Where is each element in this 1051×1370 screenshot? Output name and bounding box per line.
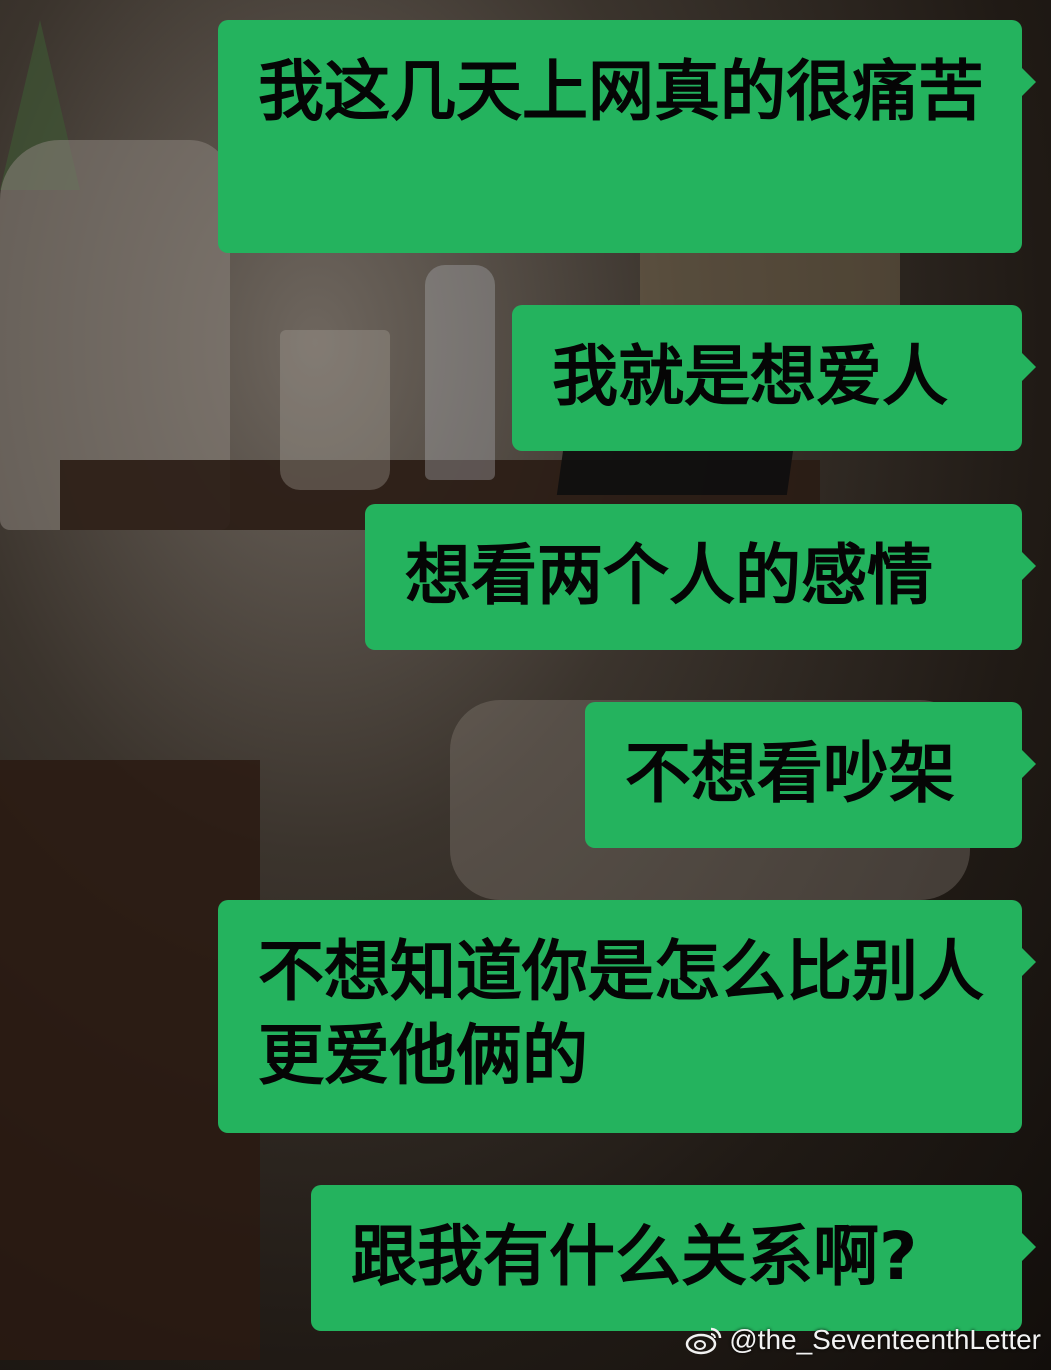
bottle-shape [425,265,495,480]
shelf-shape [640,250,900,310]
bubble-tail [1020,550,1036,582]
weibo-icon [685,1327,722,1355]
message-bubble[interactable]: 想看两个人的感情 [365,504,1036,650]
message-text: 想看两个人的感情 [405,537,933,614]
message-text: 我这几天上网真的很痛苦 [258,53,984,130]
message-bubble[interactable]: 我就是想爱人 [512,305,1036,451]
message-text: 跟我有什么关系啊? [351,1218,918,1295]
bubble-tail [1020,946,1036,978]
message-text: 我就是想爱人 [552,338,948,415]
message-text: 不想看吵架 [625,735,955,812]
message-bubble[interactable]: 跟我有什么关系啊? [311,1185,1036,1331]
message-bubble[interactable]: 我这几天上网真的很痛苦 [218,20,1036,253]
tablet-shape [556,450,794,495]
bubble-tail [1020,748,1036,780]
message-text: 不想知道你是怎么比别人更爱他俩的 [258,933,984,1094]
message-bubble[interactable]: 不想看吵架 [585,702,1036,848]
watermark: @the_SeventeenthLetter [685,1324,1041,1356]
cup-shape [280,330,390,490]
message-bubble[interactable]: 不想知道你是怎么比别人更爱他俩的 [218,900,1036,1133]
bubble-tail [1020,1231,1036,1263]
bubble-tail [1020,351,1036,383]
watermark-text: @the_SeventeenthLetter [729,1324,1041,1355]
bubble-tail [1020,66,1036,98]
